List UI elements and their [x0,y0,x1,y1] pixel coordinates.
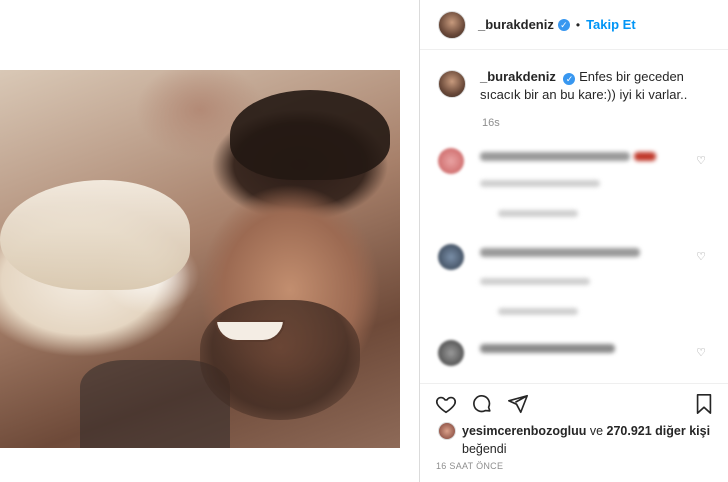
liker-avatar[interactable] [438,422,456,440]
comment-avatar[interactable] [438,340,464,366]
likes-summary: yesimcerenbozogluu ve 270.921 diğer kişi… [438,422,710,458]
photo-detail [230,90,390,180]
comment-text-redacted [480,248,640,257]
photo-detail [200,300,360,420]
comment-text-redacted [480,152,630,161]
heart-icon[interactable] [434,392,458,416]
photo-detail [0,180,190,290]
post-caption: _burakdeniz ✓ Enfes bir geceden sıcacık … [438,68,718,104]
post-action-bar [420,383,728,419]
comment-replies-redacted [498,210,578,217]
avatar[interactable] [438,10,466,39]
likes-connector: ve [586,424,607,438]
likes-suffix: beğendi [462,442,507,456]
comment-icon[interactable] [470,392,494,416]
comment-meta-redacted [480,180,600,187]
header-separator: • [575,17,581,32]
post-date[interactable]: 16 SAAT ÖNCE [436,461,503,471]
photo-detail [215,320,285,342]
header-username[interactable]: _burakdeniz [478,17,554,32]
comment-avatar[interactable] [438,148,464,174]
share-icon[interactable] [506,392,530,416]
follow-button[interactable]: Takip Et [586,17,636,32]
likes-count[interactable]: 270.921 diğer kişi [607,424,711,438]
post-header: _burakdeniz ✓ • Takip Et [420,0,728,50]
post-side-panel: _burakdeniz ✓ • Takip Et _burakdeniz ✓ E… [420,0,728,482]
liker-username[interactable]: yesimcerenbozogluu [462,424,586,438]
caption-username[interactable]: _burakdeniz [480,69,556,84]
post-media-area [0,0,420,482]
likes-text: yesimcerenbozogluu ve 270.921 diğer kişi… [462,422,710,458]
verified-badge-icon: ✓ [563,73,576,85]
instagram-post-window: _burakdeniz ✓ • Takip Et _burakdeniz ✓ E… [0,0,728,482]
post-photo[interactable] [0,70,400,448]
comment-text-redacted [480,344,615,353]
comment-meta-redacted [480,278,590,285]
comment-avatar[interactable] [438,244,464,270]
caption-text: _burakdeniz ✓ Enfes bir geceden sıcacık … [480,68,718,104]
comment-text-redacted [634,152,656,161]
verified-badge-icon: ✓ [557,18,570,31]
comment-replies-redacted [498,308,578,315]
caption-timestamp[interactable]: 16s [482,117,500,129]
comment-like-icon[interactable]: ♡ [696,250,706,263]
comment-like-icon[interactable]: ♡ [696,346,706,359]
comment-like-icon[interactable]: ♡ [696,154,706,167]
bookmark-icon[interactable] [692,392,716,416]
caption-avatar[interactable] [438,70,466,98]
